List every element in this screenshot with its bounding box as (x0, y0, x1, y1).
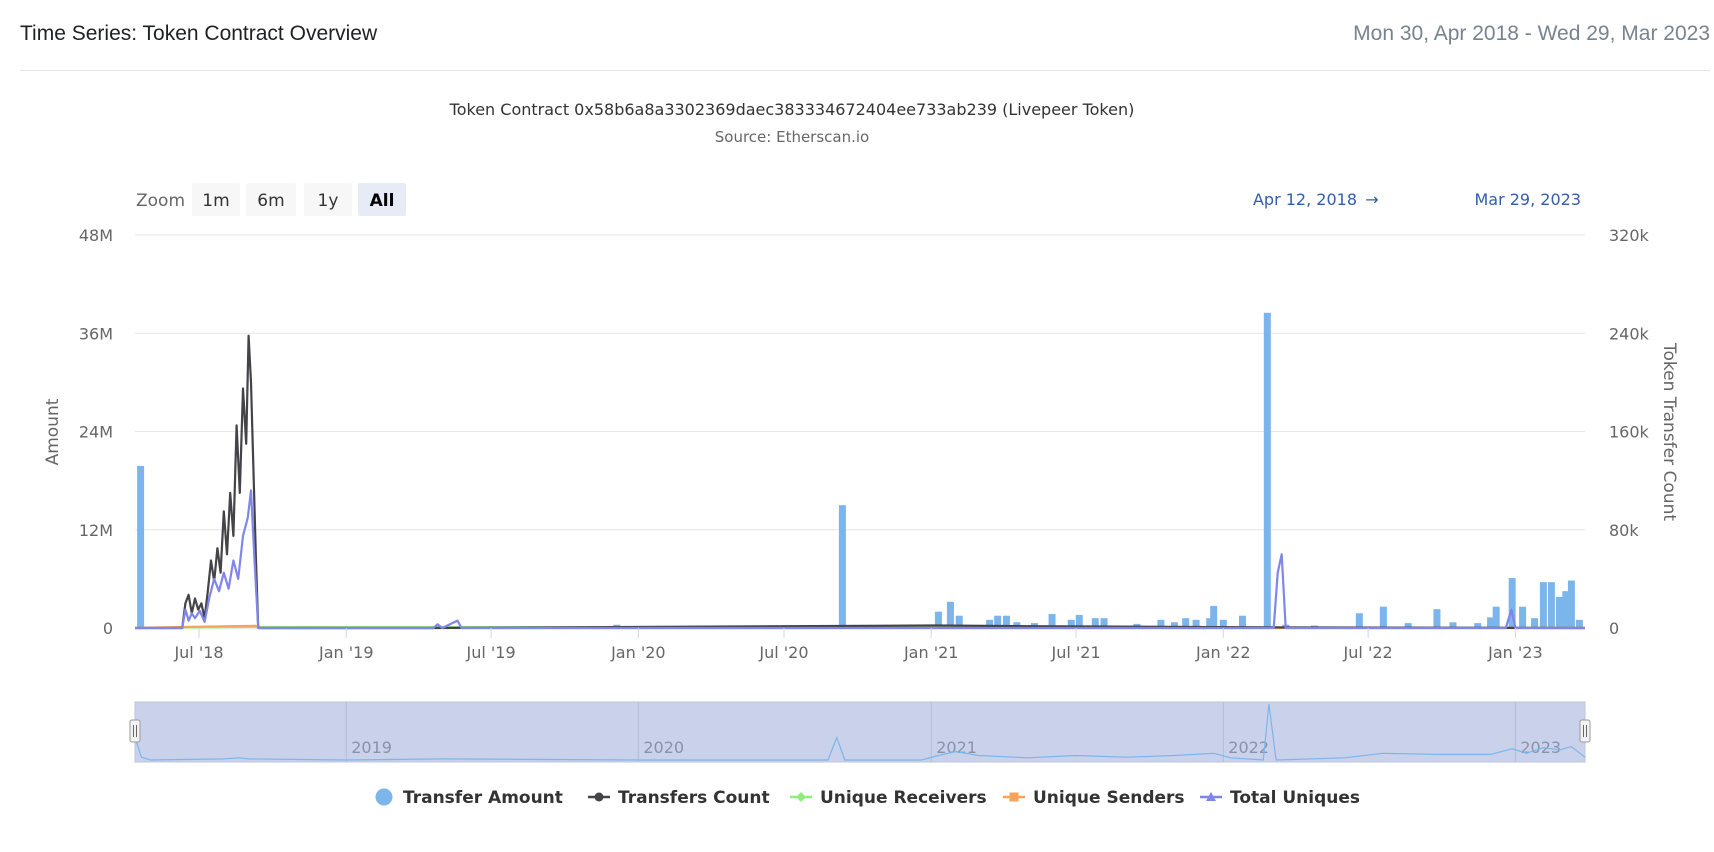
transfer-amount-column (1547, 582, 1555, 628)
x-tick-label: Jan '22 (1195, 643, 1251, 662)
zoom-button-label: All (370, 191, 395, 211)
series-lines (134, 334, 1586, 630)
chart-title: Token Contract 0x58b6a8a3302369daec38333… (449, 100, 1135, 119)
navigator-year-label: 2022 (1228, 738, 1269, 757)
legend-item-total-uniques[interactable]: Total Uniques (1200, 788, 1360, 808)
x-tick-label: Jul '19 (466, 643, 516, 662)
zoom-button-label: 6m (257, 191, 284, 211)
x-tick-label: Jul '20 (758, 643, 808, 662)
legend-item-unique-receivers[interactable]: Unique Receivers (790, 788, 987, 808)
transfer-amount-column (946, 601, 954, 628)
chart-subtitle: Source: Etherscan.io (715, 128, 869, 146)
legend-marker-icon (796, 792, 806, 802)
y-right-tick-label: 320k (1609, 226, 1650, 245)
range-arrow: → (1365, 190, 1378, 209)
transfer-amount-column (838, 505, 846, 628)
x-tick-label: Jan '20 (610, 643, 666, 662)
transfer-amount-column (1555, 596, 1563, 628)
zoom-button-group: 1m 6m 1y All (192, 183, 406, 216)
zoom-button-6m[interactable]: 6m (246, 183, 296, 216)
transfer-amount-column (1492, 606, 1500, 628)
x-tick-label: Jan '23 (1487, 643, 1543, 662)
y-right-tick-label: 0 (1609, 619, 1619, 638)
x-axis: Jul '18 Jan '19 Jul '19 Jan '20 Jul '20 Jan '… (173, 628, 1543, 662)
transfer-amount-column (1531, 618, 1539, 628)
navigator-handle-grip (129, 719, 141, 743)
y-left-tick-label: 24M (79, 423, 113, 442)
transfer-amount-column (1210, 605, 1218, 628)
legend-item-transfers-count[interactable]: Transfers Count (588, 788, 770, 808)
y-left-tick-label: 36M (79, 324, 113, 343)
navigator-handle-right[interactable] (1579, 719, 1591, 743)
x-tick-label: Jan '19 (318, 643, 374, 662)
zoom-button-label: 1m (202, 191, 229, 211)
y-axis-left: 0 12M 24M 36M 48M (79, 226, 113, 638)
x-tick-label: Jul '22 (1343, 643, 1393, 662)
navigator[interactable]: 2019 2020 2021 2022 2023 (129, 701, 1591, 763)
x-tick-label: Jan '21 (903, 643, 959, 662)
navigator-handle-left[interactable] (129, 719, 141, 743)
grid-lines (135, 234, 1585, 629)
legend-label: Unique Senders (1033, 788, 1185, 808)
legend-marker-icon (594, 792, 604, 802)
zoom-button-1m[interactable]: 1m (192, 183, 240, 216)
range-from[interactable]: Apr 12, 2018 (1253, 190, 1357, 209)
transfer-amount-column (1379, 606, 1387, 628)
y-axis-left-title: Amount (43, 398, 63, 465)
zoom-button-label: 1y (318, 191, 339, 211)
zoom-button-all[interactable]: All (358, 183, 406, 216)
navigator-year-label: 2019 (351, 738, 392, 757)
transfer-amount-column (1539, 582, 1547, 628)
time-series-chart: Token Contract 0x58b6a8a3302369daec38333… (43, 100, 1679, 808)
legend-label: Transfer Amount (403, 788, 563, 808)
transfer-amount-column (1355, 613, 1363, 628)
legend-item-unique-senders[interactable]: Unique Senders (1003, 788, 1185, 808)
range-to[interactable]: Mar 29, 2023 (1474, 190, 1581, 209)
transfer-amount-column (1575, 619, 1583, 628)
transfer-amount-column (1567, 580, 1575, 628)
transfers-count-line (135, 334, 1586, 630)
legend-label: Unique Receivers (820, 788, 987, 808)
transfer-amount-column (1263, 312, 1271, 628)
navigator-year-label: 2020 (643, 738, 684, 757)
legend-label: Transfers Count (618, 788, 770, 808)
total-uniques-line (135, 489, 1585, 630)
transfer-amount-columns (137, 312, 1583, 628)
transfer-amount-column (137, 465, 145, 628)
zoom-label: Zoom (136, 191, 185, 211)
legend-circle-icon (375, 788, 393, 806)
transfer-amount-column (1519, 606, 1527, 628)
x-tick-label: Jul '18 (173, 643, 223, 662)
legend-label: Total Uniques (1230, 788, 1360, 808)
legend: Transfer Amount Transfers Count Unique Rec… (375, 788, 1360, 808)
y-left-tick-label: 48M (79, 226, 113, 245)
y-left-tick-label: 12M (79, 521, 113, 540)
y-left-tick-label: 0 (103, 619, 113, 638)
y-right-tick-label: 80k (1609, 521, 1639, 540)
legend-item-transfer-amount[interactable]: Transfer Amount (375, 788, 563, 808)
x-tick-label: Jul '21 (1050, 643, 1100, 662)
y-right-tick-label: 240k (1609, 324, 1650, 343)
transfer-amount-column (1433, 609, 1441, 628)
legend-marker-icon (1009, 792, 1019, 802)
navigator-year-label: 2023 (1520, 738, 1561, 757)
y-axis-right: 0 80k 160k 240k 320k (1609, 226, 1650, 638)
y-axis-right-title: Token Transfer Count (1659, 342, 1679, 521)
y-right-tick-label: 160k (1609, 423, 1650, 442)
zoom-button-1y[interactable]: 1y (304, 183, 352, 216)
navigator-handle-grip (1579, 719, 1591, 743)
